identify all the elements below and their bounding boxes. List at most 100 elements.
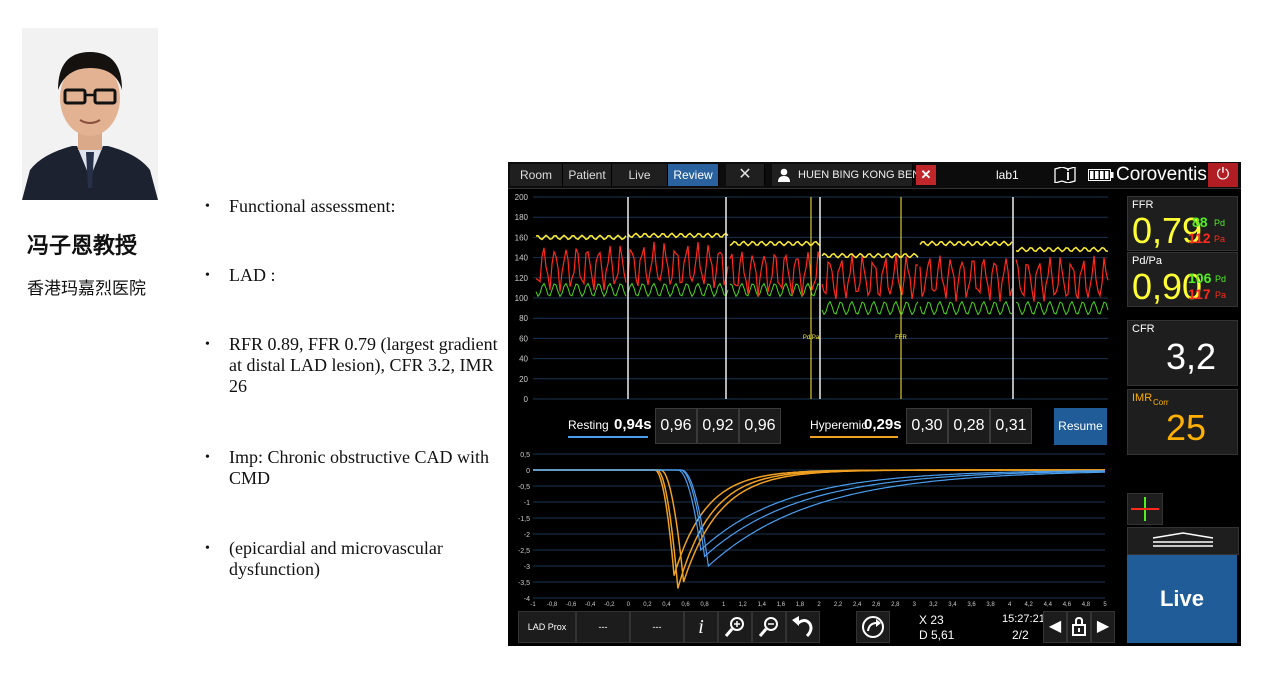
slot-button[interactable]: --- [576,611,630,643]
thermo-x-tick-label: 1,2 [739,602,748,608]
lock-icon[interactable] [1067,611,1091,643]
thermo-x-tick-label: 2,2 [834,602,843,608]
slot-button[interactable]: --- [630,611,684,643]
thermo-x-tick-label: 0,2 [643,602,652,608]
pdpa-panel: Pd/Pa 0,90 106 Pd 117 Pa [1127,252,1238,307]
ffr-panel: FFR 0,79 88 Pd 112 Pa [1127,196,1238,251]
thermo-x-tick-label: 4 [1008,602,1012,608]
thermo-x-tick-label: -0,6 [566,602,577,608]
bullet-text: LAD : [229,265,276,285]
bullet-dot: • [205,199,210,214]
thermo-y-tick-label: -3,5 [518,580,530,587]
pressure-tick-label: 180 [515,213,529,222]
thermo-x-tick-label: 4,8 [1082,602,1091,608]
hyperemic-curve [533,469,1105,583]
thermo-y-tick-label: -1 [524,500,530,507]
resting-curve [533,469,1105,558]
thermo-x-tick-label: 3,4 [948,602,957,608]
expand-icon [1152,532,1214,547]
thermo-x-tick-label: 3,2 [929,602,938,608]
thermo-y-tick-label: 0 [526,468,530,475]
pressure-tick-label: 140 [515,254,529,263]
thermo-y-tick-label: -4 [524,596,530,603]
manual-icon[interactable] [1054,167,1076,183]
marker-label: Pd/Pa [803,335,820,341]
pressure-tick-label: 100 [515,294,529,303]
location-button[interactable]: LAD Prox [518,611,576,643]
device-top-bar: Room Patient Live Review ✕ HUEN BING KON… [508,162,1241,189]
zoom-in-icon[interactable] [718,611,752,643]
pressure-chart: 200180160140120100806040200Pd/Pa FFR [515,193,1109,404]
thermo-x-tick-label: -0,4 [585,602,596,608]
thermo-x-tick-label: 4,6 [1063,602,1072,608]
coroventis-device-screen: Room Patient Live Review ✕ HUEN BING KON… [508,162,1241,646]
patient-name: HUEN BING KONG BEN [798,169,921,181]
thermo-y-tick-label: -0,5 [518,484,530,491]
thermo-x-tick-label: 4,4 [1044,602,1053,608]
power-icon[interactable]: ⏻ [1208,163,1238,187]
imr-sub-label: Corr [1153,398,1169,407]
thermo-x-tick-label: 1 [722,602,726,608]
tab-live[interactable]: Live [612,164,668,186]
hyperemic-underline [810,436,898,438]
thermo-x-tick-label: 2 [817,602,821,608]
thermo-x-tick-label: 3 [913,602,917,608]
marker-label: FFR [895,335,907,341]
thermodilution-chart: 0,50-0,5-1-1,5-2-2,5-3-3,5-4-1 -0,8 -0,6 -0… [518,452,1107,608]
page-indicator: 2/2 [1012,628,1029,642]
pressure-tick-label: 0 [524,395,529,404]
resting-segment[interactable]: 0,96 [655,408,697,444]
hyperemic-segment[interactable]: 0,28 [948,408,990,444]
ratio-trace [535,282,1109,316]
tab-room[interactable]: Room [510,164,563,186]
hyperemic-segment[interactable]: 0,31 [990,408,1032,444]
thermo-x-tick-label: 5 [1103,602,1107,608]
bullet-text: Functional assessment: [229,196,396,216]
hyperemic-segment[interactable]: 0,30 [906,408,948,444]
expand-button[interactable] [1127,527,1239,555]
pd-trace [535,241,1109,302]
undo-icon[interactable] [786,611,820,643]
thermo-x-tick-label: 2,4 [853,602,862,608]
pressure-tick-label: 40 [519,355,528,364]
zoom-in-icon-graphic [724,617,744,637]
ffr-pa-value: 112 [1188,230,1211,246]
bullet-dot: • [205,450,210,465]
previous-icon[interactable]: ◀ [1043,611,1067,643]
zoom-out-icon[interactable] [752,611,786,643]
hyperemic-value: 0,29s [864,416,902,433]
thermo-x-tick-label: 1,6 [777,602,786,608]
thermo-x-tick-label: 0,6 [681,602,690,608]
next-icon[interactable]: ▶ [1091,611,1115,643]
ffr-pd-unit: Pd [1214,218,1226,228]
resting-segment[interactable]: 0,92 [697,408,739,444]
pressure-tick-label: 60 [519,334,528,343]
tab-patient[interactable]: Patient [563,164,612,186]
tools-icon[interactable]: ✕ [726,164,765,186]
resume-button[interactable]: Resume [1054,408,1107,445]
resting-underline [568,436,648,438]
cfr-label: CFR [1132,323,1155,335]
presenter-name: 冯子恩教授 [27,234,138,259]
thermo-y-tick-label: -1,5 [518,516,530,523]
tab-review[interactable]: Review [668,164,719,186]
crosshair-button[interactable] [1127,493,1163,525]
pressure-tick-label: 80 [519,314,528,323]
resting-curve [533,469,1105,552]
cfr-panel: CFR 3,2 [1127,320,1238,386]
pressure-tick-label: 200 [515,193,529,202]
info-icon[interactable]: i [684,611,718,643]
redo-icon[interactable] [856,611,890,643]
imr-label: IMR [1132,392,1153,404]
thermo-x-tick-label: -0,2 [604,602,615,608]
live-button[interactable]: Live [1127,555,1237,643]
resting-segment[interactable]: 0,96 [739,408,781,444]
person-icon [778,168,790,182]
presenter-photo [22,28,158,200]
resting-value: 0,94s [614,416,652,433]
battery-icon [1088,169,1114,181]
close-patient-icon[interactable]: ✕ [916,165,936,185]
thermo-x-tick-label: 0 [627,602,631,608]
imr-value: 25 [1166,407,1207,448]
thermo-y-tick-label: 0,5 [520,452,530,459]
